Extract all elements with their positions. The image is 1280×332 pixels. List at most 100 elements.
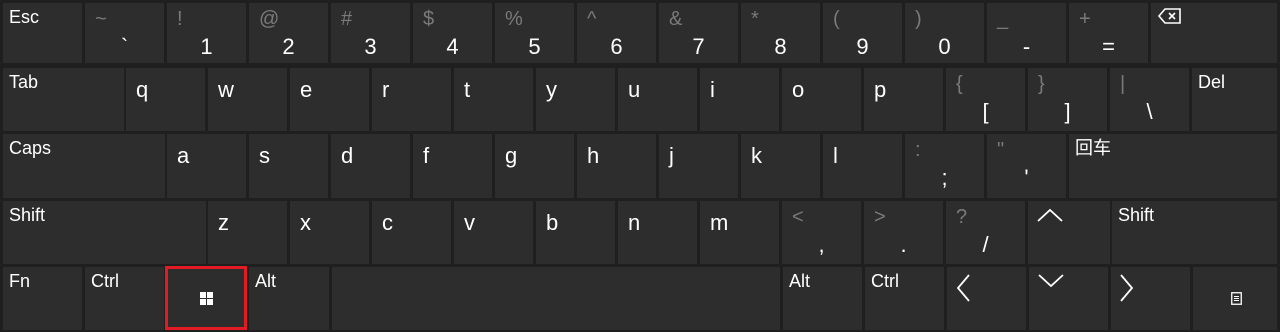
key-letter: s bbox=[259, 143, 270, 168]
key-main-symbol: . bbox=[900, 232, 907, 257]
key-letter: o bbox=[792, 77, 805, 102]
backspace-icon bbox=[1157, 8, 1181, 24]
letter-f-key[interactable]: f bbox=[413, 134, 492, 198]
key-shift-symbol: < bbox=[792, 206, 804, 228]
right-bracket-key[interactable]: } ] bbox=[1028, 68, 1107, 131]
chevron-down-icon bbox=[1038, 274, 1064, 288]
key-shift-symbol: : bbox=[915, 139, 921, 161]
menu-key[interactable] bbox=[1193, 267, 1277, 330]
tab-key[interactable]: Tab bbox=[3, 68, 124, 131]
digit-4-key[interactable]: $ 4 bbox=[413, 3, 492, 63]
digit-3-key[interactable]: # 3 bbox=[331, 3, 410, 63]
key-shift-symbol: * bbox=[751, 8, 759, 30]
key-main-symbol: , bbox=[818, 232, 825, 257]
right-ctrl-key[interactable]: Ctrl bbox=[865, 267, 944, 330]
key-letter: q bbox=[136, 77, 149, 102]
slash-key[interactable]: ? / bbox=[946, 201, 1025, 264]
on-screen-keyboard: Esc ~ ` ! 1 @ 2 # 3 $ 4 % 5 ^ 6 & 7 * 8 … bbox=[0, 0, 1280, 332]
letter-m-key[interactable]: m bbox=[700, 201, 779, 264]
letter-o-key[interactable]: o bbox=[782, 68, 861, 131]
arrow-down-key[interactable] bbox=[1029, 267, 1108, 330]
digit-2-key[interactable]: @ 2 bbox=[249, 3, 328, 63]
letter-k-key[interactable]: k bbox=[741, 134, 820, 198]
letter-w-key[interactable]: w bbox=[208, 68, 287, 131]
quote-key[interactable]: " ' bbox=[987, 134, 1066, 198]
key-main-symbol: = bbox=[1102, 34, 1115, 59]
letter-t-key[interactable]: t bbox=[454, 68, 533, 131]
digit-5-key[interactable]: % 5 bbox=[495, 3, 574, 63]
fn-key[interactable]: Fn bbox=[3, 267, 82, 330]
enter-key[interactable]: 回车 bbox=[1069, 134, 1277, 198]
windows-icon bbox=[200, 292, 213, 305]
right-shift-key[interactable]: Shift bbox=[1112, 201, 1277, 264]
left-ctrl-key-label: Ctrl bbox=[91, 271, 119, 291]
period-key[interactable]: > . bbox=[864, 201, 943, 264]
letter-x-key[interactable]: x bbox=[290, 201, 369, 264]
key-shift-symbol: $ bbox=[423, 8, 435, 30]
equals-key[interactable]: + = bbox=[1069, 3, 1148, 63]
digit-1-key[interactable]: ! 1 bbox=[167, 3, 246, 63]
letter-a-key[interactable]: a bbox=[167, 134, 246, 198]
letter-q-key[interactable]: q bbox=[126, 68, 205, 131]
semicolon-key[interactable]: : ; bbox=[905, 134, 984, 198]
key-main-symbol: ' bbox=[1024, 165, 1029, 190]
key-main-symbol: 7 bbox=[692, 34, 705, 59]
letter-c-key[interactable]: c bbox=[372, 201, 451, 264]
digit-0-key[interactable]: ) 0 bbox=[905, 3, 984, 63]
esc-key[interactable]: Esc bbox=[3, 3, 82, 63]
letter-s-key[interactable]: s bbox=[249, 134, 328, 198]
key-shift-symbol: @ bbox=[259, 8, 280, 30]
letter-r-key[interactable]: r bbox=[372, 68, 451, 131]
minus-key[interactable]: _ - bbox=[987, 3, 1066, 63]
key-letter: h bbox=[587, 143, 600, 168]
letter-g-key[interactable]: g bbox=[495, 134, 574, 198]
letter-b-key[interactable]: b bbox=[536, 201, 615, 264]
letter-v-key[interactable]: v bbox=[454, 201, 533, 264]
backspace-key[interactable] bbox=[1151, 3, 1277, 63]
letter-u-key[interactable]: u bbox=[618, 68, 697, 131]
key-main-symbol: ] bbox=[1064, 99, 1071, 124]
digit-9-key[interactable]: ( 9 bbox=[823, 3, 902, 63]
key-letter: v bbox=[464, 210, 475, 235]
left-shift-key[interactable]: Shift bbox=[3, 201, 206, 264]
left-bracket-key[interactable]: { [ bbox=[946, 68, 1025, 131]
key-letter: r bbox=[382, 77, 390, 102]
letter-e-key[interactable]: e bbox=[290, 68, 369, 131]
windows-key[interactable] bbox=[167, 267, 246, 330]
key-main-symbol: 4 bbox=[446, 34, 459, 59]
key-main-symbol: 3 bbox=[364, 34, 377, 59]
delete-key[interactable]: Del bbox=[1192, 68, 1277, 131]
arrow-right-key[interactable] bbox=[1111, 267, 1190, 330]
left-alt-key[interactable]: Alt bbox=[249, 267, 329, 330]
letter-p-key[interactable]: p bbox=[864, 68, 943, 131]
key-letter: t bbox=[464, 77, 471, 102]
right-alt-key[interactable]: Alt bbox=[783, 267, 862, 330]
digit-7-key[interactable]: & 7 bbox=[659, 3, 738, 63]
letter-l-key[interactable]: l bbox=[823, 134, 902, 198]
key-shift-symbol: # bbox=[341, 8, 353, 30]
letter-y-key[interactable]: y bbox=[536, 68, 615, 131]
digit-8-key[interactable]: * 8 bbox=[741, 3, 820, 63]
backtick-key[interactable]: ~ ` bbox=[85, 3, 164, 63]
comma-key[interactable]: < , bbox=[782, 201, 861, 264]
letter-h-key[interactable]: h bbox=[577, 134, 656, 198]
enter-key-label: 回车 bbox=[1075, 138, 1111, 158]
key-letter: e bbox=[300, 77, 313, 102]
letter-i-key[interactable]: i bbox=[700, 68, 779, 131]
letter-n-key[interactable]: n bbox=[618, 201, 697, 264]
right-alt-key-label: Alt bbox=[789, 271, 811, 291]
letter-j-key[interactable]: j bbox=[659, 134, 738, 198]
letter-z-key[interactable]: z bbox=[208, 201, 287, 264]
digit-6-key[interactable]: ^ 6 bbox=[577, 3, 656, 63]
arrow-left-key[interactable] bbox=[947, 267, 1026, 330]
space-bar[interactable] bbox=[332, 267, 780, 330]
letter-d-key[interactable]: d bbox=[331, 134, 410, 198]
chevron-right-icon bbox=[1120, 274, 1134, 302]
key-shift-symbol: > bbox=[874, 206, 886, 228]
arrow-up-key[interactable] bbox=[1028, 201, 1110, 264]
left-ctrl-key[interactable]: Ctrl bbox=[85, 267, 164, 330]
backslash-key[interactable]: | \ bbox=[1110, 68, 1189, 131]
key-shift-symbol: + bbox=[1079, 8, 1091, 30]
key-letter: j bbox=[669, 143, 674, 168]
caps-lock-key[interactable]: Caps bbox=[3, 134, 165, 198]
